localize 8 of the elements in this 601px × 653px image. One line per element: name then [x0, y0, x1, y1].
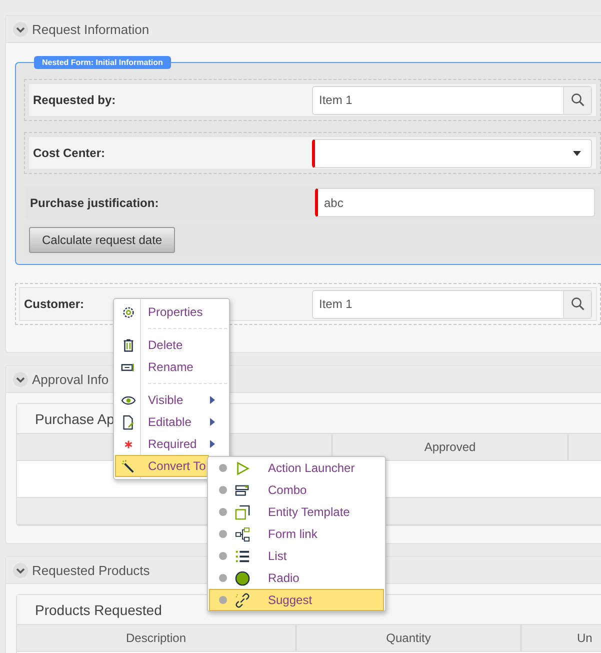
- nested-form-label: Nested Form: Initial Information: [34, 56, 171, 69]
- section-title: Requested Products: [32, 562, 150, 578]
- section-title: Approval Info: [32, 372, 109, 386]
- field-label: Cost Center:: [32, 146, 106, 160]
- section-title: Request Information: [32, 22, 150, 36]
- field-label: Customer:: [23, 297, 84, 311]
- field-label: Purchase justification:: [29, 196, 159, 210]
- field-label: Requested by:: [32, 93, 116, 107]
